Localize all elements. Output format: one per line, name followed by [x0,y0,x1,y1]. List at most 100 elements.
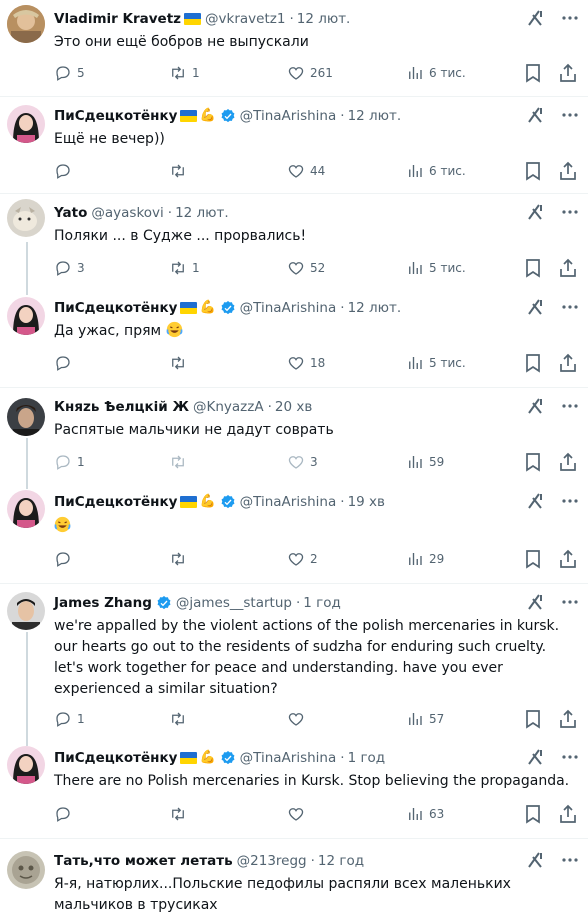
grok-icon[interactable] [526,747,546,767]
reply-button[interactable] [54,549,77,569]
more-icon[interactable] [560,850,580,870]
grok-icon[interactable] [526,8,546,28]
views-button[interactable]: 5 тис. [406,353,466,373]
reply-button[interactable] [54,353,77,373]
retweet-button[interactable] [169,161,192,181]
avatar[interactable] [7,398,45,436]
timestamp[interactable]: 12 лют. [297,10,351,28]
user-handle[interactable]: @TinaArishina [240,299,337,317]
avatar[interactable] [7,297,45,335]
views-button[interactable]: 6 тис. [406,63,466,83]
views-button[interactable]: 59 [406,452,444,472]
avatar[interactable] [7,105,45,143]
user-handle[interactable]: @vkravetz1 [205,10,285,28]
share-icon[interactable] [559,452,577,472]
share-icon[interactable] [559,161,577,181]
grok-icon[interactable] [526,396,546,416]
user-handle[interactable]: @TinaArishina [240,749,337,767]
avatar[interactable] [7,199,45,237]
retweet-button[interactable] [169,452,192,472]
retweet-button[interactable] [169,709,192,729]
display-name[interactable]: Yato [54,204,87,222]
share-icon[interactable] [559,63,577,83]
avatar[interactable] [7,490,45,528]
share-icon[interactable] [559,709,577,729]
more-icon[interactable] [560,396,580,416]
timestamp[interactable]: 12 год [318,852,364,870]
user-handle[interactable]: @213regg [237,852,307,870]
user-handle[interactable]: @james__startup [176,594,292,612]
views-button[interactable]: 63 [406,804,444,824]
bookmark-icon[interactable] [524,709,542,729]
bookmark-icon[interactable] [524,258,542,278]
retweet-button[interactable] [169,353,192,373]
timestamp[interactable]: 20 хв [275,398,312,416]
tweet[interactable]: Yato @ayaskovi · 12 лют. Поляки ... в Су… [0,194,588,291]
tweet[interactable]: ПиСдецкотёнку 💪 @TinaArishina · 12 лют. … [0,97,588,194]
user-handle[interactable]: @TinaArishina [240,107,337,125]
display-name[interactable]: ПиСдецкотёнку [54,749,177,767]
user-handle[interactable]: @TinaArishina [240,493,337,511]
grok-icon[interactable] [526,491,546,511]
timestamp[interactable]: 12 лют. [175,204,229,222]
views-button[interactable]: 29 [406,549,444,569]
retweet-button[interactable] [169,549,192,569]
verified-badge-icon[interactable] [220,300,236,316]
more-icon[interactable] [560,592,580,612]
views-button[interactable]: 6 тис. [406,161,466,181]
like-button[interactable]: 52 [287,258,325,278]
avatar[interactable] [7,746,45,784]
like-button[interactable]: 18 [287,353,325,373]
display-name[interactable]: Тать,что может летать [54,852,233,870]
views-button[interactable]: 57 [406,709,444,729]
user-handle[interactable]: @KnyazzA [193,398,264,416]
grok-icon[interactable] [526,202,546,222]
tweet[interactable]: ПиСдецкотёнку 💪 @TinaArishina · 1 год Th… [0,741,588,839]
bookmark-icon[interactable] [524,804,542,824]
display-name[interactable]: James Zhang [54,594,152,612]
grok-icon[interactable] [526,592,546,612]
user-handle[interactable]: @ayaskovi [91,204,163,222]
reply-button[interactable]: 1 [54,452,85,472]
display-name[interactable]: Княzь Ѣелцкій Ж [54,398,189,416]
timestamp[interactable]: 1 год [303,594,341,612]
retweet-button[interactable]: 1 [169,63,200,83]
like-button[interactable]: 2 [287,549,318,569]
like-button[interactable]: 3 [287,452,318,472]
tweet[interactable]: Vladimir Kravetz @vkravetz1 · 12 лют. Эт… [0,0,588,97]
reply-button[interactable]: 1 [54,709,85,729]
tweet[interactable]: ПиСдецкотёнку 💪 @TinaArishina · 19 хв 2 … [0,485,588,584]
share-icon[interactable] [559,353,577,373]
bookmark-icon[interactable] [524,353,542,373]
grok-icon[interactable] [526,850,546,870]
more-icon[interactable] [560,491,580,511]
avatar[interactable] [7,5,45,43]
like-button[interactable]: 44 [287,161,325,181]
more-icon[interactable] [560,8,580,28]
more-icon[interactable] [560,747,580,767]
display-name[interactable]: Vladimir Kravetz [54,10,181,28]
like-button[interactable] [287,804,310,824]
more-icon[interactable] [560,202,580,222]
tweet[interactable]: Княzь Ѣелцкій Ж @KnyazzA · 20 хв Распяты… [0,388,588,485]
tweet[interactable]: ПиСдецкотёнку 💪 @TinaArishina · 12 лют. … [0,291,588,388]
avatar[interactable] [7,592,45,630]
like-button[interactable] [287,709,310,729]
bookmark-icon[interactable] [524,161,542,181]
verified-badge-icon[interactable] [156,595,172,611]
reply-button[interactable] [54,804,77,824]
share-icon[interactable] [559,258,577,278]
verified-badge-icon[interactable] [220,108,236,124]
timestamp[interactable]: 19 хв [348,493,385,511]
tweet[interactable]: James Zhang @james__startup · 1 год we'r… [0,584,588,741]
display-name[interactable]: ПиСдецкотёнку [54,107,177,125]
more-icon[interactable] [560,297,580,317]
timestamp[interactable]: 12 лют. [348,107,402,125]
retweet-button[interactable] [169,804,192,824]
display-name[interactable]: ПиСдецкотёнку [54,493,177,511]
views-button[interactable]: 5 тис. [406,258,466,278]
tweet[interactable]: Тать,что может летать @213regg · 12 год … [0,839,588,919]
more-icon[interactable] [560,105,580,125]
bookmark-icon[interactable] [524,63,542,83]
like-button[interactable]: 261 [287,63,333,83]
